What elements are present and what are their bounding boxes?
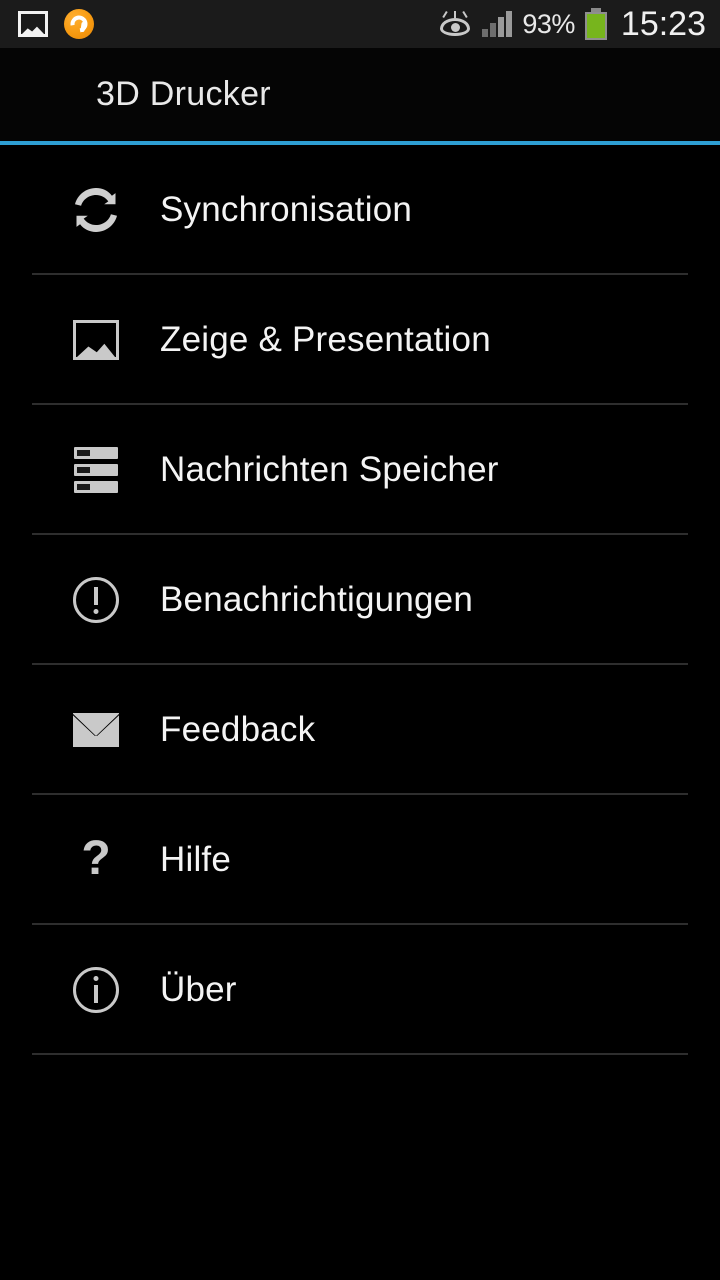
storage-icon-bar [74,464,118,476]
status-bar-system-icons: 93% 15:23 [438,5,706,44]
eye-icon [438,11,472,37]
menu-item-label: Hilfe [160,840,232,879]
menu-item-label: Zeige & Presentation [160,320,491,359]
info-circle-icon-stem [94,985,98,1003]
status-bar[interactable]: 93% 15:23 [0,0,720,48]
menu-item-benachrichtigungen[interactable]: Benachrichtigungen [0,535,720,665]
menu-item-ueber[interactable]: Über [0,925,720,1055]
photo-icon [18,11,48,37]
storage-icon-shape [74,447,118,493]
question-mark-icon-glyph: ? [81,832,111,885]
sync-icon [70,184,122,236]
menu-item-synchronisation[interactable]: Synchronisation [0,145,720,275]
mail-icon [70,704,122,756]
info-circle-icon-shape [73,967,119,1013]
storage-icon-bar [74,447,118,459]
alert-circle-icon-dot [93,609,99,614]
mail-icon-flap [73,713,119,736]
info-circle-icon-dot [93,976,99,981]
page-title: 3D Drucker [96,75,271,113]
menu-item-nachrichten-speicher[interactable]: Nachrichten Speicher [0,405,720,535]
eye-icon-lash [442,11,449,18]
menu-item-label: Nachrichten Speicher [160,450,499,489]
photo-icon-shape [73,320,119,360]
menu-item-hilfe[interactable]: ? Hilfe [0,795,720,925]
eye-icon-lash [462,11,469,18]
action-bar: 3D Drucker [0,48,720,141]
storage-icon [70,444,122,496]
status-bar-clock: 15:23 [620,4,706,43]
signal-bar [482,29,489,37]
photo-icon [70,314,122,366]
storage-icon-bar [74,481,118,493]
info-circle-icon [70,964,122,1016]
signal-bar [490,23,497,37]
menu-item-label: Feedback [160,710,316,749]
menu-item-feedback[interactable]: Feedback [0,665,720,795]
signal-bar [506,11,513,37]
list-divider [32,1053,688,1055]
battery-percent-label: 93% [522,8,575,39]
menu-item-zeige-presentation[interactable]: Zeige & Presentation [0,275,720,405]
menu-item-label: Synchronisation [160,190,413,229]
alert-circle-icon-stem [94,587,98,605]
battery-icon-body [584,12,607,40]
signal-bars-icon [482,11,513,37]
mail-icon-shape [73,713,119,747]
app-orange-icon [64,9,94,39]
menu-item-label: Über [160,970,237,1009]
status-bar-notification-icons [18,9,94,39]
battery-icon [584,8,607,40]
question-mark-icon: ? [70,834,122,886]
app-orange-icon-tail [80,21,86,33]
menu-item-label: Benachrichtigungen [160,580,473,619]
signal-bar [498,17,505,37]
app-orange-icon-ring [67,12,91,36]
alert-circle-icon [70,574,122,626]
alert-circle-icon-shape [73,577,119,623]
sync-icon-svg [75,188,117,232]
settings-menu-list: Synchronisation Zeige & Presentation Nac… [0,145,720,1055]
eye-icon-lash [454,11,457,18]
